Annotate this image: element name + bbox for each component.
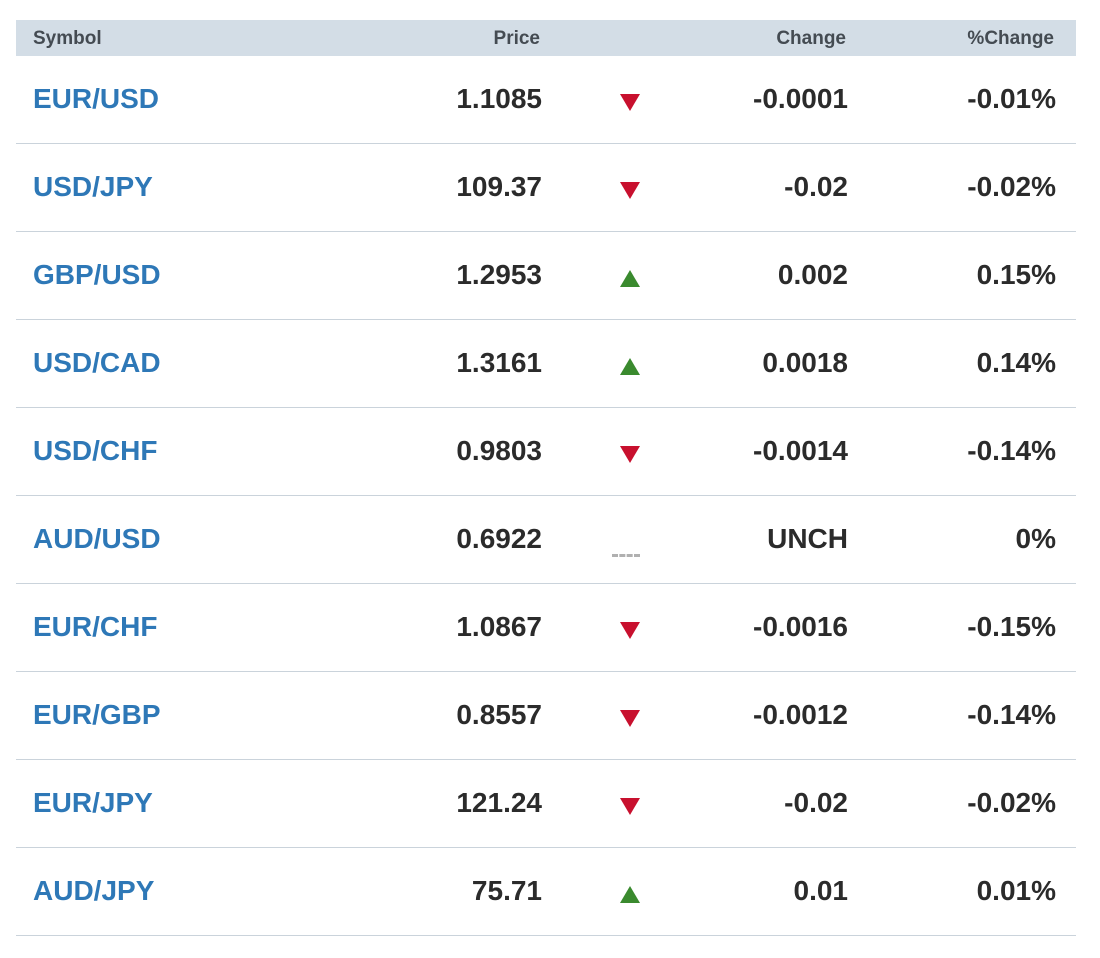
down-arrow-icon [620,710,640,727]
down-arrow-icon [620,94,640,111]
up-arrow-icon [620,358,640,375]
price-value: 0.8557 [456,699,542,730]
change-value: -0.02 [784,787,848,818]
down-arrow-icon [620,182,640,199]
unchanged-dash-icon [612,554,640,557]
price-value: 75.71 [471,875,542,906]
pct-change-value: -0.15% [967,611,1056,642]
change-value: 0.002 [777,259,848,290]
table-row: USD/CAD 1.3161 0.0018 0.14% [16,320,1076,408]
price-value: 0.9803 [456,435,542,466]
change-value: -0.0012 [753,699,848,730]
table-row: AUD/JPY 75.71 0.01 0.01% [16,848,1076,936]
pct-change-value: 0.14% [976,347,1056,378]
table-row: EUR/JPY 121.24 -0.02 -0.02% [16,760,1076,848]
change-value: -0.0016 [753,611,848,642]
price-value: 109.37 [456,171,542,202]
table-row: AUD/USD 0.6922 UNCH 0% [16,496,1076,584]
pct-change-value: 0% [1015,523,1056,554]
change-value: UNCH [767,523,848,554]
table-row: EUR/CHF 1.0867 -0.0016 -0.15% [16,584,1076,672]
pct-change-value: -0.02% [967,787,1056,818]
pct-change-value: 0.01% [976,875,1056,906]
down-arrow-icon [620,798,640,815]
down-arrow-icon [620,446,640,463]
change-value: 0.0018 [762,347,848,378]
symbol-link[interactable]: EUR/CHF [33,611,157,643]
change-value: -0.0014 [753,435,848,466]
up-arrow-icon [620,270,640,287]
price-value: 0.6922 [456,523,542,554]
symbol-link[interactable]: EUR/GBP [33,699,161,731]
pct-change-value: -0.01% [967,83,1056,114]
currency-quotes-table: Symbol Price Change %Change EUR/USD 1.10… [16,20,1076,936]
column-header-price[interactable]: Price [494,28,540,50]
down-arrow-icon [620,622,640,639]
price-value: 1.3161 [456,347,542,378]
symbol-link[interactable]: EUR/JPY [33,787,153,819]
symbol-link[interactable]: USD/CAD [33,347,161,379]
change-value: -0.02 [784,171,848,202]
up-arrow-icon [620,886,640,903]
symbol-link[interactable]: USD/JPY [33,171,153,203]
table-row: GBP/USD 1.2953 0.002 0.15% [16,232,1076,320]
table-row: EUR/GBP 0.8557 -0.0012 -0.14% [16,672,1076,760]
table-row: EUR/USD 1.1085 -0.0001 -0.01% [16,56,1076,144]
price-value: 1.1085 [456,83,542,114]
pct-change-value: -0.14% [967,699,1056,730]
table-row: USD/JPY 109.37 -0.02 -0.02% [16,144,1076,232]
symbol-link[interactable]: GBP/USD [33,259,161,291]
column-header-pct-change[interactable]: %Change [967,28,1054,50]
symbol-link[interactable]: AUD/USD [33,523,161,555]
symbol-link[interactable]: EUR/USD [33,83,159,115]
symbol-link[interactable]: AUD/JPY [33,875,154,907]
table-row: USD/CHF 0.9803 -0.0014 -0.14% [16,408,1076,496]
table-header: Symbol Price Change %Change [16,20,1076,56]
pct-change-value: 0.15% [976,259,1056,290]
price-value: 1.2953 [456,259,542,290]
change-value: 0.01 [793,875,849,906]
column-header-change[interactable]: Change [776,28,846,50]
change-value: -0.0001 [753,83,848,114]
symbol-link[interactable]: USD/CHF [33,435,157,467]
column-header-symbol[interactable]: Symbol [33,28,102,50]
pct-change-value: -0.14% [967,435,1056,466]
pct-change-value: -0.02% [967,171,1056,202]
price-value: 121.24 [456,787,542,818]
price-value: 1.0867 [456,611,542,642]
